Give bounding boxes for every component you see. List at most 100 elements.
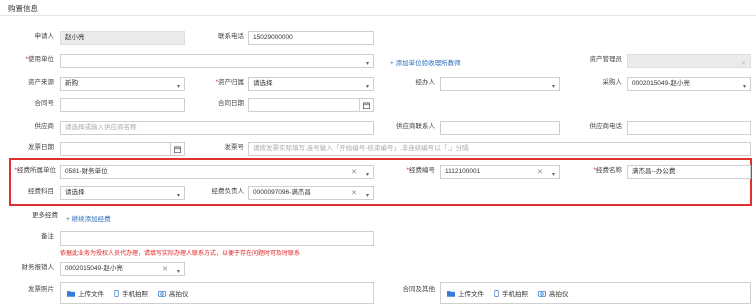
applicant-label: 申请人 [34,33,55,40]
contract-no-label: 合同号 [34,100,55,107]
buyer-label: 采购人 [602,79,623,86]
camera-icon [158,290,166,297]
folder-icon [67,290,75,297]
fund-no-label: *经费编号 [406,167,435,174]
folder-icon [447,290,455,297]
contract-date-label: 合同日期 [218,100,244,107]
invoice-no-label: 发票号 [224,144,245,151]
clear-icon[interactable]: ✕ [351,167,357,178]
supplier-phone-label: 供应商电话 [589,123,623,130]
asset-belong-value: 请选择 [253,80,273,87]
invoice-date-label: 发票日期 [28,144,54,151]
applicant-field: 赵小亮 [60,31,185,45]
phone-photo-label: 手机拍照 [122,291,148,298]
invoice-no-field[interactable]: 请按发票实际填写,连号输入「开始编号-结束编号」,非连续编号以「,」分隔 [248,142,751,156]
phone-icon [494,289,499,297]
supplier-contact-field[interactable] [440,121,560,135]
chevron-down-icon: ▾ [176,269,180,275]
fund-owner-select[interactable]: 0000097096-满杰昌 ✕ ▾ [248,186,374,200]
fund-name-label-text: 经费名称 [596,167,622,174]
contract-upload-box: 上传文件 手机拍照 高拍仪 [440,282,751,304]
asset-source-value: 新购 [65,80,78,87]
phone-photo-button[interactable]: 手机拍照 [114,288,148,298]
add-fund-link-text: 继续添加经费 [71,216,111,223]
add-fund-link[interactable]: + 继续添加经费 [66,213,111,223]
add-unit-link-text: 添加单位验收理所教师 [395,60,461,67]
fund-no-select[interactable]: 1112100001 ✕ ▾ [440,165,560,179]
chevron-down-icon: ▾ [365,172,369,178]
clear-icon[interactable]: ✕ [162,264,168,275]
scanner-label: 高拍仪 [169,291,189,298]
use-unit-select[interactable]: ▾ [60,54,374,68]
scanner-button[interactable]: 高拍仪 [538,288,569,298]
fund-owner-label: 经费负责人 [211,188,245,195]
chevron-down-icon: ▾ [551,84,555,90]
supplier-field[interactable]: 请选择或输入供应商名称 [60,121,374,135]
buyer-value: 0002015049-赵小亮 [632,80,690,87]
phone-photo-button[interactable]: 手机拍照 [494,288,528,298]
fund-unit-value: 0581-财务单位 [65,168,108,175]
asset-source-label: 资产来源 [28,79,54,86]
asset-belong-label-text: 资产归属 [218,79,244,86]
phone-photo-label: 手机拍照 [502,291,528,298]
calendar-icon[interactable] [170,143,184,155]
use-unit-label: *使用单位 [25,56,54,63]
upload-file-label: 上传文件 [78,291,104,298]
invoice-upload-box: 上传文件 手机拍照 高拍仪 [60,282,374,304]
finance-reporter-value: 0002015049-赵小亮 [65,265,123,272]
clear-icon[interactable]: ✕ [537,167,543,178]
handler-label: 经办人 [415,79,436,86]
camera-icon [538,290,546,297]
contract-no-field[interactable] [60,98,185,112]
phone-icon [114,289,119,297]
fund-unit-label-text: 经费所属单位 [17,167,56,174]
asset-manager-field: ✕ [627,54,751,68]
finance-reporter-label: 财务报销人 [21,264,55,271]
supplier-label: 供应商 [34,123,55,130]
fund-no-value: 1112100001 [445,168,481,175]
use-unit-label-text: 使用单位 [28,56,54,63]
supplier-phone-field[interactable] [627,121,751,135]
chevron-down-icon: ▾ [365,61,369,67]
fund-name-label: *经费名称 [593,167,622,174]
chevron-down-icon: ▾ [176,84,180,90]
fund-subject-value: 请选择 [65,189,85,196]
asset-belong-select[interactable]: 请选择 ▾ [248,77,374,91]
scanner-label: 高拍仪 [549,291,569,298]
remark-field[interactable] [60,231,374,246]
phone-field[interactable]: 15029000000 [248,31,374,45]
phone-label: 联系电话 [218,33,244,40]
contract-date-field[interactable] [248,98,374,112]
fund-subject-select[interactable]: 请选择 ▾ [60,186,185,200]
chevron-down-icon: ▾ [551,172,555,178]
handler-select[interactable]: ▾ [440,77,560,91]
scanner-button[interactable]: 高拍仪 [158,288,189,298]
buyer-select[interactable]: 0002015049-赵小亮 ▾ [627,77,751,91]
asset-source-select[interactable]: 新购 ▾ [60,77,185,91]
supplier-contact-label: 供应商联系人 [396,123,435,130]
add-unit-link[interactable]: + 添加单位验收理所教师 [390,57,461,67]
contract-attach-label: 合同及其他 [402,286,436,293]
fund-owner-value: 0000097096-满杰昌 [253,189,311,196]
finance-reporter-select[interactable]: 0002015049-赵小亮 ✕ ▾ [60,262,185,276]
asset-manager-label: 资产管理员 [589,56,623,63]
invoice-attach-label: 发票照片 [28,286,54,293]
fund-unit-select[interactable]: 0581-财务单位 ✕ ▾ [60,165,374,179]
invoice-date-field[interactable] [60,142,185,156]
chevron-down-icon: ▾ [365,84,369,90]
fund-unit-label: *经费所属单位 [14,167,56,174]
remark-label: 备注 [41,233,54,240]
upload-file-button[interactable]: 上传文件 [447,288,484,298]
chevron-down-icon: ▾ [742,84,746,90]
fund-name-field[interactable]: 满杰昌--办公费 [627,165,751,179]
asset-belong-label: *资产归属 [215,79,244,86]
notice-text: 依据此业务为授权人员代办理，请填写实际办理人联系方式，以便于存在问题时可及时联系 [60,251,301,257]
chevron-down-icon: ▾ [176,193,180,199]
upload-file-button[interactable]: 上传文件 [67,288,104,298]
upload-file-label: 上传文件 [458,291,484,298]
fund-no-label-text: 经费编号 [409,167,435,174]
clear-icon[interactable]: ✕ [351,188,357,199]
calendar-icon[interactable] [359,99,373,111]
page-header: 购置信息 [0,0,756,16]
clear-icon: ✕ [740,61,746,67]
